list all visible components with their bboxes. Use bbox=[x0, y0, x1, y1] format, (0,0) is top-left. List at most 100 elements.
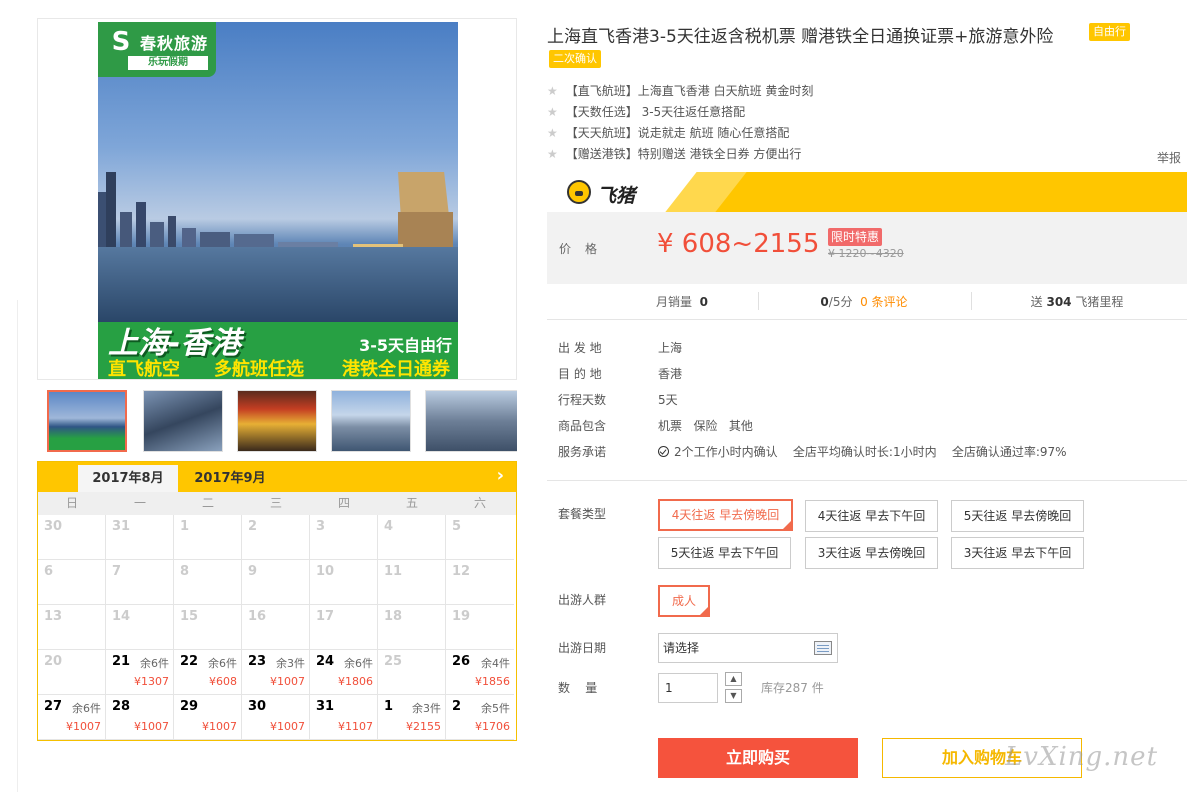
calendar-day[interactable]: 26 余4件 ¥1856 bbox=[446, 650, 514, 695]
day-stock: 余6件 bbox=[72, 702, 101, 715]
calendar-day[interactable]: 27 余6件 ¥1007 bbox=[38, 695, 106, 740]
pig-logo-icon bbox=[567, 180, 591, 204]
service-pass-rate: 全店确认通过率:97% bbox=[951, 445, 1067, 459]
info-includes: 商品包含 机票 保险 其他 bbox=[558, 417, 753, 434]
info-key: 目 的 地 bbox=[558, 367, 602, 381]
logo-name: 春秋旅游 bbox=[140, 34, 209, 53]
date-picker-input[interactable]: 请选择 bbox=[658, 633, 838, 663]
day-number: 17 bbox=[316, 609, 335, 624]
day-number: 20 bbox=[44, 654, 63, 669]
check-circle-icon bbox=[658, 446, 669, 457]
calendar-day: 13 bbox=[38, 605, 106, 650]
package-option[interactable]: 5天往返 早去下午回 bbox=[658, 537, 791, 569]
calendar-icon[interactable] bbox=[814, 641, 832, 655]
banner-feature-3: 港铁全日通券 bbox=[342, 359, 450, 380]
product-info-column: 上海直飞香港3-5天往返含税机票 赠港铁全日通换证票+旅游意外险 自由行 二次确… bbox=[547, 0, 1187, 792]
quantity-input[interactable]: 1 bbox=[658, 673, 718, 703]
buy-now-button[interactable]: 立即购买 bbox=[658, 738, 858, 778]
day-number: 30 bbox=[44, 519, 63, 534]
calendar-day[interactable]: 29 ¥1007 bbox=[174, 695, 242, 740]
day-number: 12 bbox=[452, 564, 471, 579]
calendar-day[interactable]: 24 余6件 ¥1806 bbox=[310, 650, 378, 695]
reviews-link[interactable]: 0 条评论 bbox=[860, 295, 907, 309]
thumbnail-3[interactable] bbox=[237, 390, 317, 452]
calendar-day: 10 bbox=[310, 560, 378, 605]
calendar-day[interactable]: 21 余6件 ¥1307 bbox=[106, 650, 174, 695]
price-box: 价格 ¥ 608~2155 限时特惠 ¥ 1220~4320 bbox=[547, 212, 1187, 284]
day-number: 31 bbox=[316, 699, 335, 714]
day-price: ¥1107 bbox=[338, 720, 373, 733]
thumbnail-2[interactable] bbox=[143, 390, 223, 452]
day-price: ¥1007 bbox=[270, 675, 305, 688]
day-number: 9 bbox=[248, 564, 258, 579]
rating-suffix: /5分 bbox=[828, 295, 853, 309]
monthly-sales-label: 月销量 bbox=[655, 295, 692, 309]
calendar-day: 16 bbox=[242, 605, 310, 650]
package-label: 套餐类型 bbox=[558, 507, 607, 521]
star-icon: ★ bbox=[547, 126, 558, 140]
day-number: 4 bbox=[384, 519, 394, 534]
package-option[interactable]: 5天往返 早去傍晚回 bbox=[951, 500, 1084, 532]
weekday-label: 一 bbox=[133, 496, 146, 510]
day-price: ¥2155 bbox=[406, 720, 441, 733]
info-value: 机票 保险 其他 bbox=[658, 419, 753, 433]
tab-august[interactable]: 2017年8月 bbox=[78, 465, 178, 492]
day-number: 31 bbox=[112, 519, 131, 534]
thumbnail-5[interactable] bbox=[425, 390, 517, 452]
banner-days: 3-5天自由行 bbox=[359, 336, 452, 355]
thumbnail-4[interactable] bbox=[331, 390, 411, 452]
thumbnail-1[interactable] bbox=[47, 390, 127, 452]
calendar-day[interactable]: 31 ¥1107 bbox=[310, 695, 378, 740]
calendar-day: 5 bbox=[446, 515, 514, 560]
calendar-day[interactable]: 30 ¥1007 bbox=[242, 695, 310, 740]
feature-item: ★ 【赠送港铁】特别赠送 港铁全日券 方便出行 bbox=[547, 145, 801, 162]
price-label: 价格 bbox=[559, 242, 612, 256]
day-number: 1 bbox=[384, 699, 394, 714]
package-option[interactable]: 3天往返 早去下午回 bbox=[951, 537, 1084, 569]
day-number: 23 bbox=[248, 654, 267, 669]
feature-item: ★ 【天数任选】 3-5天往返任意搭配 bbox=[547, 103, 745, 120]
date-placeholder: 请选择 bbox=[663, 641, 700, 655]
platform-name: 飞猪 bbox=[597, 185, 636, 207]
tab-september[interactable]: 2017年9月 bbox=[180, 465, 280, 492]
report-link[interactable]: 举报 bbox=[1157, 149, 1181, 166]
day-price: ¥1307 bbox=[134, 675, 169, 688]
day-number: 22 bbox=[180, 654, 199, 669]
monthly-sales: 月销量 0 bbox=[607, 292, 757, 312]
calendar-day[interactable]: 2 余5件 ¥1706 bbox=[446, 695, 514, 740]
day-number: 26 bbox=[452, 654, 471, 669]
package-option[interactable]: 3天往返 早去傍晚回 bbox=[805, 537, 938, 569]
day-number: 3 bbox=[316, 519, 326, 534]
quantity-label: 数 量 bbox=[558, 681, 598, 695]
calendar-day: 9 bbox=[242, 560, 310, 605]
day-price: ¥1706 bbox=[475, 720, 510, 733]
price-calendar: 2017年8月 2017年9月 › 日一二三四五六 30 31 1 2 3 4 5 6 7 8 9 1… bbox=[37, 461, 517, 741]
calendar-day[interactable]: 22 余6件 ¥608 bbox=[174, 650, 242, 695]
banner-feature-1: 直飞航空 bbox=[108, 359, 180, 380]
day-price: ¥1806 bbox=[338, 675, 373, 688]
people-option-adult[interactable]: 成人 bbox=[658, 585, 710, 617]
day-stock: 余6件 bbox=[344, 657, 373, 670]
info-destination: 目 的 地 香港 bbox=[558, 365, 682, 382]
watermark: LvXing.net bbox=[1005, 742, 1159, 772]
package-option[interactable]: 4天往返 早去下午回 bbox=[805, 500, 938, 532]
feature-item: ★ 【天天航班】说走就走 航班 随心任意搭配 bbox=[547, 124, 789, 141]
calendar-day: 1 bbox=[174, 515, 242, 560]
feature-text: 【天天航班】说走就走 航班 随心任意搭配 bbox=[565, 126, 790, 140]
day-stock: 余6件 bbox=[208, 657, 237, 670]
info-key: 行程天数 bbox=[558, 393, 607, 407]
info-value: 香港 bbox=[658, 367, 683, 381]
increment-icon[interactable]: ▲ bbox=[725, 672, 742, 686]
day-number: 19 bbox=[452, 609, 471, 624]
calendar-day[interactable]: 23 余3件 ¥1007 bbox=[242, 650, 310, 695]
package-option[interactable]: 4天往返 早去傍晚回 bbox=[658, 499, 793, 531]
decrement-icon[interactable]: ▼ bbox=[725, 689, 742, 703]
chevron-right-icon[interactable]: › bbox=[497, 465, 504, 486]
star-icon: ★ bbox=[547, 84, 558, 98]
points-prefix: 送 bbox=[1030, 295, 1043, 309]
calendar-day[interactable]: 1 余3件 ¥2155 bbox=[378, 695, 446, 740]
calendar-day[interactable]: 28 ¥1007 bbox=[106, 695, 174, 740]
day-number: 10 bbox=[316, 564, 335, 579]
calendar-day: 7 bbox=[106, 560, 174, 605]
info-key: 出 发 地 bbox=[558, 341, 602, 355]
